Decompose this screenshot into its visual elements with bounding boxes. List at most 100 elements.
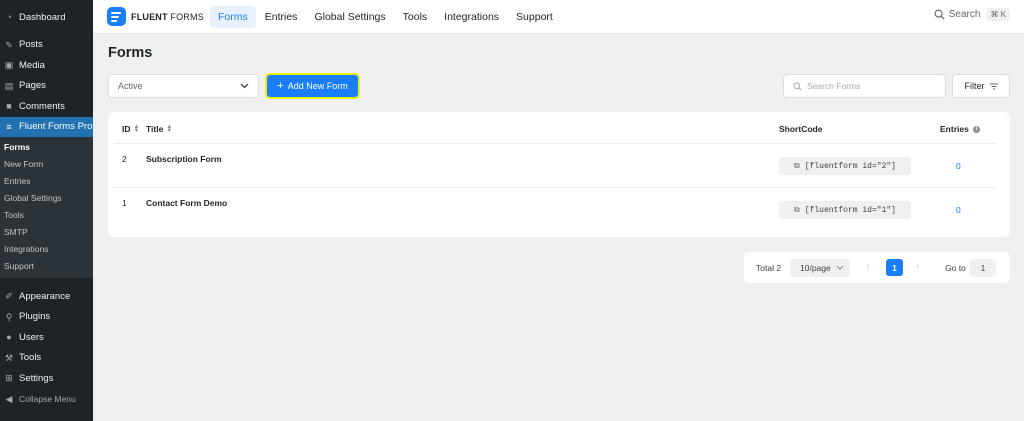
wp-menu-label: Pages: [19, 80, 46, 92]
filter-label: Filter: [964, 81, 985, 91]
wp-admin-sidebar: ◔ Dashboard ✎ Posts ▣ Media ▤ Pages ■ Comment…: [0, 0, 93, 421]
dashboard-icon: ◔: [6, 12, 12, 23]
status-filter-select[interactable]: Active: [108, 74, 259, 98]
plug-icon: ⚲: [5, 311, 13, 322]
nav-tools[interactable]: Tools: [395, 6, 436, 28]
chevron-down-icon: [240, 83, 249, 89]
add-new-form-label: Add New Form: [287, 81, 348, 91]
wp-menu-label: Media: [19, 59, 45, 71]
sort-icon[interactable]: ▲ ▼: [166, 124, 172, 134]
entries-count-link[interactable]: 0: [956, 205, 961, 215]
info-icon[interactable]: i: [972, 125, 980, 133]
fluent-forms-logo-icon: [107, 7, 126, 26]
wp-menu-label: Users: [19, 331, 44, 343]
add-new-form-button[interactable]: + Add New Form: [267, 75, 358, 97]
row-id: 2: [122, 154, 127, 164]
wp-menu-media[interactable]: ▣ Media: [0, 55, 93, 76]
wp-menu-settings[interactable]: ⊞ Settings: [0, 368, 93, 389]
search-forms-field[interactable]: [783, 74, 946, 98]
nav-entries[interactable]: Entries: [257, 6, 306, 28]
wp-submenu-new-form[interactable]: New Form: [0, 156, 93, 173]
forms-table: ID ▲ ▼ Title ▲ ▼ ShortCode Entries i 2 Subscr…: [108, 112, 1010, 237]
column-header-title[interactable]: Title ▲ ▼: [146, 124, 172, 134]
search-forms-input[interactable]: [807, 81, 937, 91]
shortcode-text: [fluentform id="2"]: [804, 161, 896, 171]
wp-menu-fluent-forms-pro[interactable]: ≡ Fluent Forms Pro: [0, 116, 93, 137]
wp-menu-label: Settings: [19, 372, 54, 384]
entries-count-link[interactable]: 0: [956, 161, 961, 171]
wp-menu-dashboard[interactable]: ◔ Dashboard: [0, 7, 93, 28]
wp-menu-appearance[interactable]: ✐ Appearance: [0, 286, 93, 307]
filter-button[interactable]: Filter: [952, 74, 1010, 98]
collapse-icon: ◀: [5, 393, 13, 404]
wp-menu-label: Posts: [19, 39, 43, 51]
wp-submenu: Forms New Form Entries Global Settings T…: [0, 137, 93, 278]
page-number-button[interactable]: 1: [886, 259, 903, 276]
wp-menu-tools[interactable]: ⚒ Tools: [0, 348, 93, 369]
chevron-down-icon: [836, 265, 844, 270]
nav-global-settings[interactable]: Global Settings: [306, 6, 393, 28]
filter-icon: [989, 83, 998, 89]
brush-icon: ✐: [5, 291, 13, 302]
row-title[interactable]: Subscription Form: [146, 154, 222, 164]
global-search-button[interactable]: Search ⌘ K: [934, 8, 1010, 21]
next-page-button[interactable]: ›: [916, 261, 919, 272]
column-header-shortcode: ShortCode: [779, 124, 823, 134]
row-divider: [114, 187, 996, 188]
sort-icon[interactable]: ▲ ▼: [134, 124, 140, 134]
pagination: Total 2 10/page ‹ 1 › Go to: [744, 252, 1010, 283]
user-icon: ●: [6, 332, 12, 343]
search-icon: [793, 81, 802, 91]
search-icon: [934, 9, 945, 20]
add-new-form-highlight: + Add New Form: [265, 73, 360, 99]
wp-menu-label: Fluent Forms Pro: [19, 121, 93, 133]
pagination-total: Total 2: [756, 263, 782, 273]
wp-menu-label: Comments: [19, 100, 65, 112]
ff-topbar: FLUENT FORMS Forms Entries Global Settin…: [93, 0, 1024, 34]
wp-menu-label: Tools: [19, 352, 42, 364]
page-title: Forms: [108, 45, 153, 61]
nav-support[interactable]: Support: [508, 6, 561, 28]
status-select-value: Active: [118, 81, 143, 91]
wp-menu-label: Appearance: [19, 290, 71, 302]
wp-submenu-smtp[interactable]: SMTP: [0, 224, 93, 241]
wp-submenu-tools[interactable]: Tools: [0, 207, 93, 224]
row-id: 1: [122, 198, 127, 208]
wp-menu-users[interactable]: ● Users: [0, 327, 93, 348]
wp-menu-plugins[interactable]: ⚲ Plugins: [0, 307, 93, 328]
row-divider: [114, 143, 996, 144]
search-shortcut: ⌘ K: [986, 8, 1010, 21]
wp-menu-label: Dashboard: [19, 11, 66, 23]
shortcode-copy-button[interactable]: ⧉ [fluentform id="2"]: [779, 157, 911, 175]
media-icon: ▣: [4, 60, 14, 71]
shortcode-copy-button[interactable]: ⧉ [fluentform id="1"]: [779, 201, 911, 219]
search-label: Search: [948, 9, 981, 20]
column-header-entries: Entries i: [940, 124, 980, 134]
logo-text: FLUENT FORMS: [131, 11, 204, 22]
fluent-forms-icon: ≡: [6, 121, 12, 132]
column-header-id[interactable]: ID ▲ ▼: [122, 124, 139, 134]
goto-page-input[interactable]: [970, 259, 996, 277]
wp-menu-pages[interactable]: ▤ Pages: [0, 76, 93, 97]
ff-main-nav: Forms Entries Global Settings Tools Inte…: [210, 5, 562, 28]
shortcode-text: [fluentform id="1"]: [804, 205, 896, 215]
wp-submenu-global-settings[interactable]: Global Settings: [0, 190, 93, 207]
wp-submenu-support[interactable]: Support: [0, 258, 93, 275]
wp-submenu-entries[interactable]: Entries: [0, 173, 93, 190]
wp-menu-label: Plugins: [19, 311, 51, 323]
nav-integrations[interactable]: Integrations: [436, 6, 507, 28]
nav-forms[interactable]: Forms: [210, 5, 256, 28]
collapse-menu-label: Collapse Menu: [19, 393, 76, 404]
copy-icon: ⧉: [794, 205, 800, 215]
comment-icon: ■: [6, 101, 12, 112]
prev-page-button[interactable]: ‹: [866, 261, 869, 272]
collapse-menu-button[interactable]: ◀ Collapse Menu: [0, 389, 93, 410]
wp-submenu-forms[interactable]: Forms: [0, 139, 93, 156]
wp-menu-comments[interactable]: ■ Comments: [0, 96, 93, 117]
wp-submenu-integrations[interactable]: Integrations: [0, 241, 93, 258]
page-size-select[interactable]: 10/page: [790, 259, 850, 277]
row-title[interactable]: Contact Form Demo: [146, 198, 227, 208]
settings-icon: ⊞: [5, 373, 13, 384]
fluent-forms-logo[interactable]: FLUENT FORMS: [107, 7, 210, 26]
wp-menu-posts[interactable]: ✎ Posts: [0, 35, 93, 56]
